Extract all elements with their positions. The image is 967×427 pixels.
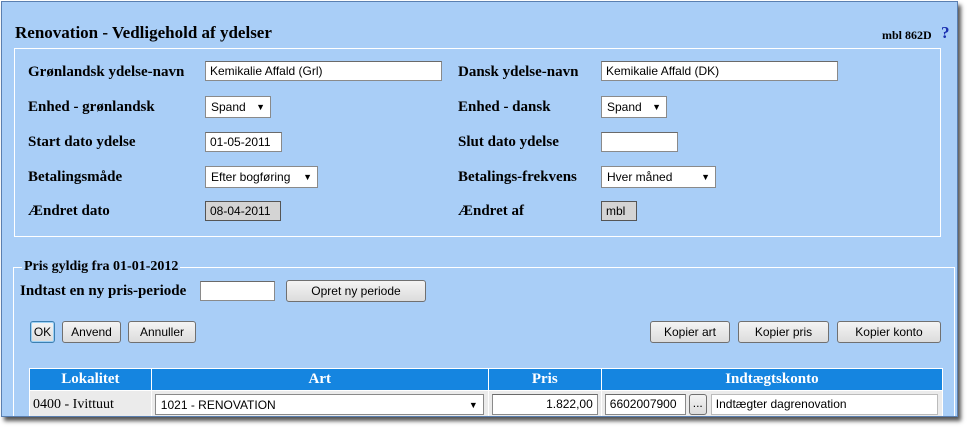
account-input[interactable]: 6602007900 xyxy=(604,394,686,415)
unit-dk-label: Enhed - dansk xyxy=(458,99,551,115)
chevron-down-icon: ▼ xyxy=(303,172,312,182)
chevron-down-icon: ▼ xyxy=(468,400,478,410)
art-select[interactable]: 1021 - RENOVATION ▼ xyxy=(154,394,484,415)
payment-frequency-select[interactable]: Hver måned ▼ xyxy=(601,166,716,188)
account-description: Indtægter dagrenovation xyxy=(710,394,938,415)
unit-dk-select[interactable]: Spand ▼ xyxy=(601,96,667,118)
payment-method-select[interactable]: Efter bogføring ▼ xyxy=(205,166,318,188)
unit-gl-value: Spand xyxy=(211,100,246,114)
start-date-input[interactable]: 01-05-2011 xyxy=(205,132,282,152)
column-header-account: Indtægtskonto xyxy=(600,368,944,391)
payment-frequency-label: Betalings-frekvens xyxy=(458,169,577,185)
changed-date-label: Ændret dato xyxy=(28,203,110,219)
dk-name-input[interactable]: Kemikalie Affald (DK) xyxy=(601,61,838,81)
unit-gl-label: Enhed - grønlandsk xyxy=(28,99,155,115)
apply-button[interactable]: Anvend xyxy=(62,321,121,343)
help-icon[interactable]: ? xyxy=(941,23,950,43)
price-table: Lokalitet Art Pris Indtægtskonto 0400 - … xyxy=(29,368,944,416)
price-input[interactable]: 1.822,00 xyxy=(491,394,598,415)
table-row: 0400 - Ivittuut 1021 - RENOVATION ▼ 1.822… xyxy=(29,390,944,416)
gl-name-label: Grønlandsk ydelse-navn xyxy=(28,64,185,80)
unit-gl-select[interactable]: Spand ▼ xyxy=(205,96,271,118)
new-period-input[interactable] xyxy=(200,281,275,301)
column-header-location: Lokalitet xyxy=(29,368,152,391)
account-lookup-button[interactable]: ... xyxy=(688,394,707,415)
payment-frequency-value: Hver måned xyxy=(607,170,673,184)
payment-method-label: Betalingsmåde xyxy=(28,169,123,185)
art-value: 1021 - RENOVATION xyxy=(160,398,276,412)
start-date-label: Start dato ydelse xyxy=(28,134,136,150)
page-title: Renovation - Vedligehold af ydelser xyxy=(15,23,272,42)
main-window: Renovation - Vedligehold af ydelser mbl … xyxy=(1,1,958,417)
location-cell: 0400 - Ivittuut xyxy=(29,390,152,416)
column-header-price: Pris xyxy=(487,368,602,391)
column-header-art: Art xyxy=(150,368,489,391)
end-date-label: Slut dato ydelse xyxy=(458,134,559,150)
create-period-button[interactable]: Opret ny periode xyxy=(286,280,426,302)
location-value: 0400 - Ivittuut xyxy=(33,396,114,412)
copy-price-button[interactable]: Kopier pris xyxy=(738,321,829,343)
dk-name-label: Dansk ydelse-navn xyxy=(458,64,579,80)
end-date-input[interactable] xyxy=(601,132,678,152)
copy-account-button[interactable]: Kopier konto xyxy=(837,321,941,343)
art-cell: 1021 - RENOVATION ▼ xyxy=(150,390,489,416)
payment-method-value: Efter bogføring xyxy=(211,170,291,184)
changed-date-field: 08-04-2011 xyxy=(205,201,281,221)
ok-button[interactable]: OK xyxy=(30,321,55,343)
chevron-down-icon: ▼ xyxy=(256,102,265,112)
price-cell: 1.822,00 xyxy=(487,390,602,416)
copy-art-button[interactable]: Kopier art xyxy=(650,321,730,343)
chevron-down-icon: ▼ xyxy=(701,172,710,182)
unit-dk-value: Spand xyxy=(607,100,642,114)
screen-code: mbl 862D xyxy=(882,28,932,42)
changed-by-label: Ændret af xyxy=(458,203,524,219)
price-period-legend: Pris gyldig fra 01-01-2012 xyxy=(22,259,181,275)
cancel-button[interactable]: Annuller xyxy=(128,321,196,343)
gl-name-input[interactable]: Kemikalie Affald (Grl) xyxy=(205,61,442,81)
changed-by-field: mbl xyxy=(601,201,637,221)
chevron-down-icon: ▼ xyxy=(652,102,661,112)
account-cell: 6602007900 ... Indtægter dagrenovation xyxy=(600,390,944,416)
new-period-label: Indtast en ny pris-periode xyxy=(20,283,187,299)
